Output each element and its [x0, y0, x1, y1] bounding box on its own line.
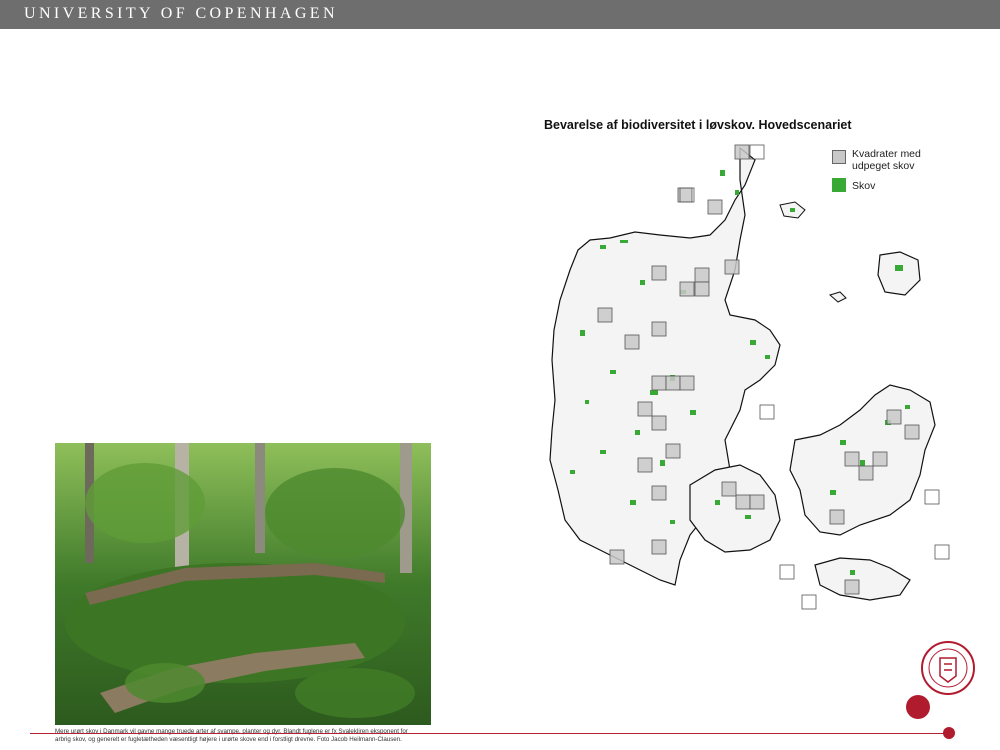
footer-divider [30, 733, 950, 734]
bornholm-outline [877, 251, 921, 296]
university-seal-logo [921, 641, 975, 695]
funen-outline [689, 464, 781, 553]
legend-label-squares-line1: Kvadrater med [852, 148, 921, 160]
university-name: UNIVERSITY OF COPENHAGEN [24, 5, 338, 22]
photo-caption-line2: arbrig skov, og generelt er fugletæthede… [55, 736, 402, 743]
forest-photo [55, 443, 431, 725]
photo-caption-line1: Mere urørt skov i Danmark vil gavne mang… [55, 728, 408, 735]
legend-label-forest: Skov [852, 180, 876, 192]
legend-swatch-forest [832, 178, 846, 192]
decorative-dot-small [943, 727, 955, 739]
header-bar: UNIVERSITY OF COPENHAGEN [0, 0, 1000, 29]
lolland-outline [814, 557, 911, 601]
legend-label-squares-line2: udpeget skov [852, 160, 915, 172]
legend-swatch-squares [832, 150, 846, 164]
denmark-map [549, 144, 950, 610]
photo-caption: Mere urørt skov i Danmark vil gavne mang… [55, 728, 435, 744]
legend-label-squares: Kvadrater med udpeget skov [852, 148, 921, 172]
decorative-dot-large [906, 695, 930, 719]
small-islands [779, 201, 847, 303]
map-title: Bevarelse af biodiversitet i løvskov. Ho… [544, 118, 852, 132]
